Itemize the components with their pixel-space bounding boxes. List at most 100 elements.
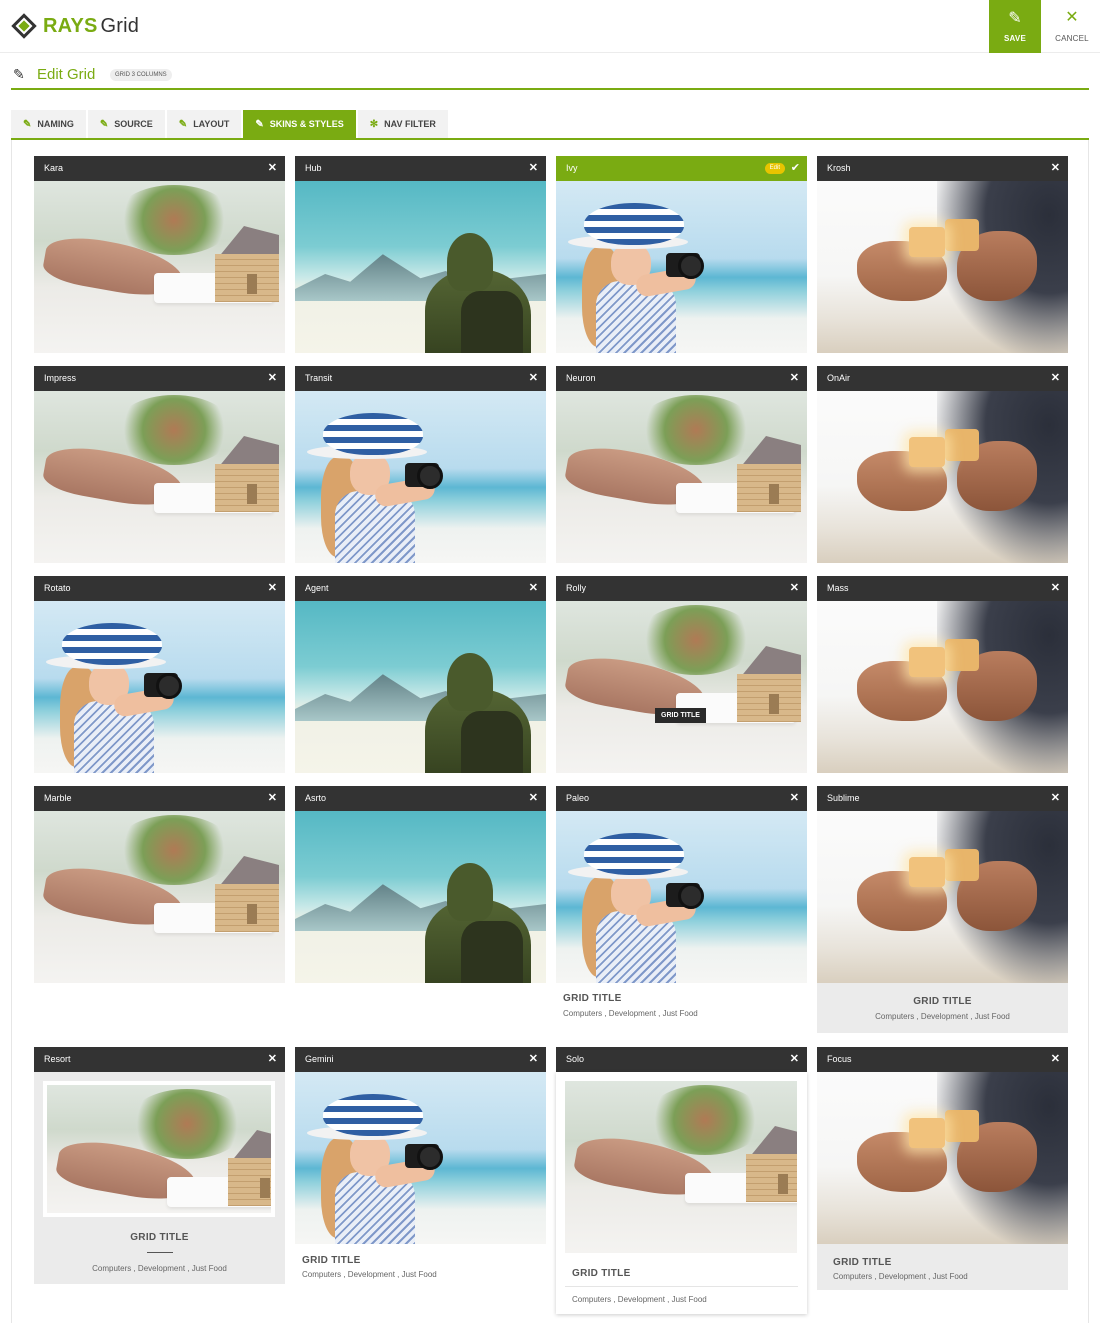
skin-card-header: Sublime ✕ xyxy=(817,786,1068,811)
save-label: SAVE xyxy=(1004,34,1026,43)
skin-card-onair[interactable]: OnAir ✕ xyxy=(817,366,1068,563)
skin-name: Hub xyxy=(305,163,322,173)
skin-card-resort[interactable]: Resort ✕ GRID TITLE Computers , Development… xyxy=(34,1047,285,1284)
tab-label: NAMING xyxy=(37,119,74,129)
close-icon[interactable]: ✕ xyxy=(790,1047,799,1072)
close-icon[interactable]: ✕ xyxy=(1051,576,1060,601)
skin-card-header: Rotato ✕ xyxy=(34,576,285,601)
close-icon[interactable]: ✕ xyxy=(268,786,277,811)
skin-name: Gemini xyxy=(305,1054,334,1064)
skin-card-header: Mass ✕ xyxy=(817,576,1068,601)
close-icon[interactable]: ✕ xyxy=(529,156,538,181)
close-icon[interactable]: ✕ xyxy=(1051,366,1060,391)
skin-preview xyxy=(817,811,1068,983)
app-logo[interactable]: RAYS Grid xyxy=(11,13,139,39)
cancel-button[interactable]: ✕ CANCEL xyxy=(1045,0,1099,53)
skin-card-solo[interactable]: Solo ✕ GRID TITLE Computers , Development ,… xyxy=(556,1047,807,1314)
close-icon: ✕ xyxy=(1065,9,1079,26)
close-icon[interactable]: ✕ xyxy=(529,366,538,391)
tab-naming[interactable]: ✎ NAMING xyxy=(11,110,86,138)
skin-card-ivy[interactable]: Ivy Edit ✔ xyxy=(556,156,807,353)
close-icon[interactable]: ✕ xyxy=(268,576,277,601)
skin-card-header: Gemini ✕ xyxy=(295,1047,546,1072)
skin-card-marble[interactable]: Marble ✕ xyxy=(34,786,285,983)
skin-card-header: Krosh ✕ xyxy=(817,156,1068,181)
close-icon[interactable]: ✕ xyxy=(268,366,277,391)
skin-card-sublime[interactable]: Sublime ✕ GRID TITLE Computers , Developmen… xyxy=(817,786,1068,1033)
house-image xyxy=(47,1085,271,1213)
skin-card-transit[interactable]: Transit ✕ xyxy=(295,366,546,563)
skin-preview xyxy=(34,811,285,983)
gear-icon: ✻ xyxy=(369,118,379,130)
skin-card-header: Rolly ✕ xyxy=(556,576,807,601)
skin-name: Sublime xyxy=(827,793,860,803)
skin-preview xyxy=(295,1072,546,1244)
skin-card-rolly[interactable]: Rolly ✕ GRID TITLE xyxy=(556,576,807,773)
skin-card-agent[interactable]: Agent ✕ xyxy=(295,576,546,773)
skin-name: Mass xyxy=(827,583,849,593)
house-image xyxy=(556,601,807,773)
close-icon[interactable]: ✕ xyxy=(268,156,277,181)
skin-preview xyxy=(556,391,807,563)
skin-card-header: Marble ✕ xyxy=(34,786,285,811)
close-icon[interactable]: ✕ xyxy=(790,786,799,811)
grid-title: GRID TITLE xyxy=(563,993,622,1004)
skin-card-neuron[interactable]: Neuron ✕ xyxy=(556,366,807,563)
skin-card-asrto[interactable]: Asrto ✕ xyxy=(295,786,546,983)
skin-name: Neuron xyxy=(566,373,596,383)
brush-icon: ✎ xyxy=(178,118,188,130)
skin-preview xyxy=(817,1072,1068,1244)
skin-preview xyxy=(817,391,1068,563)
close-icon[interactable]: ✕ xyxy=(529,576,538,601)
grid-title: GRID TITLE xyxy=(572,1268,631,1279)
skin-card-mass[interactable]: Mass ✕ xyxy=(817,576,1068,773)
close-icon[interactable]: ✕ xyxy=(1051,156,1060,181)
skin-card-hub[interactable]: Hub ✕ xyxy=(295,156,546,353)
skin-name: Asrto xyxy=(305,793,327,803)
house-image xyxy=(34,811,285,983)
close-icon[interactable]: ✕ xyxy=(1051,786,1060,811)
grid-title: GRID TITLE xyxy=(913,996,972,1007)
skin-card-impress[interactable]: Impress ✕ xyxy=(34,366,285,563)
tab-source[interactable]: ✎ SOURCE xyxy=(87,110,165,138)
skin-name: Impress xyxy=(44,373,77,383)
close-icon[interactable]: ✕ xyxy=(790,576,799,601)
skin-preview xyxy=(34,391,285,563)
skin-card-paleo[interactable]: Paleo ✕ GRID TITLE Computers , Development … xyxy=(556,786,807,1018)
skin-card-rotato[interactable]: Rotato ✕ xyxy=(34,576,285,773)
grid-categories: Computers , Development , Just Food xyxy=(875,1012,1010,1021)
skin-preview: GRID TITLE xyxy=(556,601,807,773)
grid-title-overlay: GRID TITLE xyxy=(655,708,706,723)
skin-name: Paleo xyxy=(566,793,590,803)
tab-nav-filter[interactable]: ✻ NAV FILTER xyxy=(357,110,448,138)
tab-label: SOURCE xyxy=(114,119,153,129)
girl-image xyxy=(556,181,807,353)
skin-name: Resort xyxy=(44,1054,71,1064)
skin-card-krosh[interactable]: Krosh ✕ xyxy=(817,156,1068,353)
grid-categories: Computers , Development , Just Food xyxy=(92,1264,227,1273)
grid-title: GRID TITLE xyxy=(130,1232,189,1243)
close-icon[interactable]: ✕ xyxy=(1051,1047,1060,1072)
close-icon[interactable]: ✕ xyxy=(529,1047,538,1072)
save-button[interactable]: ✎ SAVE xyxy=(989,0,1041,53)
close-icon[interactable]: ✕ xyxy=(529,786,538,811)
girl-image xyxy=(556,811,807,983)
close-icon[interactable]: ✕ xyxy=(790,366,799,391)
grid-title: GRID TITLE xyxy=(833,1257,892,1268)
edit-button[interactable]: Edit xyxy=(764,163,785,174)
tab-layout[interactable]: ✎ LAYOUT xyxy=(166,110,242,138)
pencil-icon: ✎ xyxy=(1008,10,1022,27)
skin-card-header: Paleo ✕ xyxy=(556,786,807,811)
skins-panel: Kara ✕ Hub ✕ Ivy Edit ✔ Krosh ✕ Impress ✕ Transit ✕ N… xyxy=(11,140,1089,1323)
skin-preview: GRID TITLE Computers , Development , Just… xyxy=(556,1072,807,1314)
skin-card-focus[interactable]: Focus ✕ GRID TITLE Computers , Development … xyxy=(817,1047,1068,1290)
skin-card-kara[interactable]: Kara ✕ xyxy=(34,156,285,353)
skin-name: Rolly xyxy=(566,583,587,593)
skin-card-header: Kara ✕ xyxy=(34,156,285,181)
skin-name: Rotato xyxy=(44,583,71,593)
cancel-label: CANCEL xyxy=(1055,34,1089,43)
close-icon[interactable]: ✕ xyxy=(268,1047,277,1072)
tab-skins-styles[interactable]: ✎ SKINS & STYLES xyxy=(243,110,356,138)
skin-name: Krosh xyxy=(827,163,851,173)
skin-card-gemini[interactable]: Gemini ✕ GRID TITLE Computers , Development… xyxy=(295,1047,546,1279)
